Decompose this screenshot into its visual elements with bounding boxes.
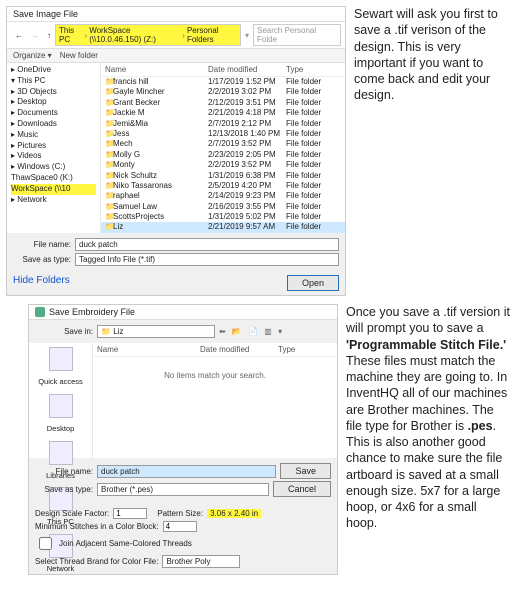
new-folder-button[interactable]: New folder [60,51,98,60]
scale-factor-input[interactable] [113,508,147,519]
filename-input[interactable]: duck patch [97,465,276,478]
table-row[interactable]: 📁Liz2/21/2019 9:57 AMFile folder [101,222,345,232]
table-row[interactable]: 📁Monty2/2/2019 3:52 PMFile folder [101,160,345,170]
sidebar-item[interactable]: ▸ OneDrive [11,65,96,76]
join-threads-checkbox[interactable] [39,537,52,550]
file-list: 📁francis hill1/17/2019 1:52 PMFile folde… [101,77,345,233]
table-row[interactable]: 📁Molly G2/23/2019 2:05 PMFile folder [101,150,345,160]
table-row[interactable]: 📁ScottsProjects1/31/2019 5:02 PMFile fol… [101,212,345,222]
sidebar-item[interactable]: ▸ Network [11,195,96,206]
app-icon [35,307,45,317]
table-row[interactable]: 📁francis hill1/17/2019 1:52 PMFile folde… [101,77,345,87]
table-row[interactable]: 📁Mech2/7/2019 3:52 PMFile folder [101,139,345,149]
savein-select[interactable]: 📁 Liz [97,325,215,338]
table-row[interactable]: 📁Jess12/13/2018 1:40 PMFile folder [101,129,345,139]
hide-folders-link[interactable]: Hide Folders [13,275,70,291]
empty-message: No items match your search. [93,357,337,458]
savetype-select[interactable]: Tagged Info File (*.tif) [75,253,339,266]
places-item[interactable]: Desktop [33,392,88,439]
pattern-size: 3.06 x 2.40 in [207,509,261,518]
sidebar-item[interactable]: ▸ Music [11,130,96,141]
caption-1: Sewart will ask you first to save a .tif… [354,6,510,296]
table-row[interactable]: 📁Jemi&Mia2/7/2019 2:12 PMFile folder [101,119,345,129]
places-bar: Quick accessDesktopLibrariesThis PCNetwo… [29,343,93,458]
cancel-button[interactable]: Cancel [273,481,331,497]
sidebar-item[interactable]: ▸ Pictures [11,141,96,152]
sidebar-item[interactable]: WorkSpace (\\10 [11,184,96,195]
save-embroidery-dialog: Save Embroidery File Save in: 📁 Liz ⬅ 📂 … [28,304,338,575]
nav-tree: ▸ OneDrive▾ This PC ▸ 3D Objects ▸ Deskt… [7,63,101,233]
sidebar-item[interactable]: ▸ Windows (C:) [11,162,96,173]
window-title: Save Embroidery File [49,307,135,317]
min-stitches-input[interactable] [163,521,197,532]
table-row[interactable]: 📁raphael2/14/2019 9:23 PMFile folder [101,191,345,201]
search-input[interactable]: Search Personal Folde [253,24,341,46]
window-title: Save Image File [13,9,78,19]
col-date[interactable]: Date modified [208,65,286,74]
col-name[interactable]: Name [105,65,208,74]
open-button[interactable]: Open [287,275,339,291]
savetype-select[interactable]: Brother (*.pes) [97,483,269,496]
table-row[interactable]: 📁Grant Becker2/12/2019 3:51 PMFile folde… [101,98,345,108]
table-row[interactable]: 📁Nick Schultz1/31/2019 6:38 PMFile folde… [101,171,345,181]
breadcrumb[interactable]: This PC› WorkSpace (\\10.0.46.150) (Z:)›… [55,24,241,46]
table-row[interactable]: 📁Gayle Mincher2/2/2019 3:02 PMFile folde… [101,87,345,97]
table-row[interactable]: 📁Niko Tassaronas2/5/2019 4:20 PMFile fol… [101,181,345,191]
sidebar-item[interactable]: ▸ Downloads [11,119,96,130]
sidebar-item[interactable]: ▾ This PC [11,76,96,87]
thread-brand-select[interactable]: Brother Poly [162,555,240,568]
save-button[interactable]: Save [280,463,331,479]
col-type[interactable]: Type [286,65,341,74]
filename-input[interactable]: duck patch [75,238,339,251]
caption-2: Once you save a .tif version it will pro… [346,304,510,575]
sidebar-item[interactable]: ▸ Videos [11,151,96,162]
sidebar-item[interactable]: ▸ Documents [11,108,96,119]
sidebar-item[interactable]: ▸ Desktop [11,97,96,108]
nav-back[interactable]: ← [11,31,27,40]
nav-up[interactable]: ↑ [43,31,55,40]
sidebar-item[interactable]: ▸ 3D Objects [11,87,96,98]
table-row[interactable]: 📁Jackie M2/21/2019 4:18 PMFile folder [101,108,345,118]
organize-menu[interactable]: Organize ▾ [13,51,52,60]
places-item[interactable]: Quick access [33,345,88,392]
toolbar-icons[interactable]: ⬅ 📂 📄 ▥ ▾ [219,327,284,336]
nav-fwd[interactable]: → [27,31,43,40]
sidebar-item[interactable]: ThawSpace0 (K:) [11,173,96,184]
save-image-dialog: Save Image File ← → ↑ This PC› WorkSpace… [6,6,346,296]
places-item[interactable]: Libraries [33,439,88,486]
table-row[interactable]: 📁Samuel Law2/16/2019 3:55 PMFile folder [101,202,345,212]
